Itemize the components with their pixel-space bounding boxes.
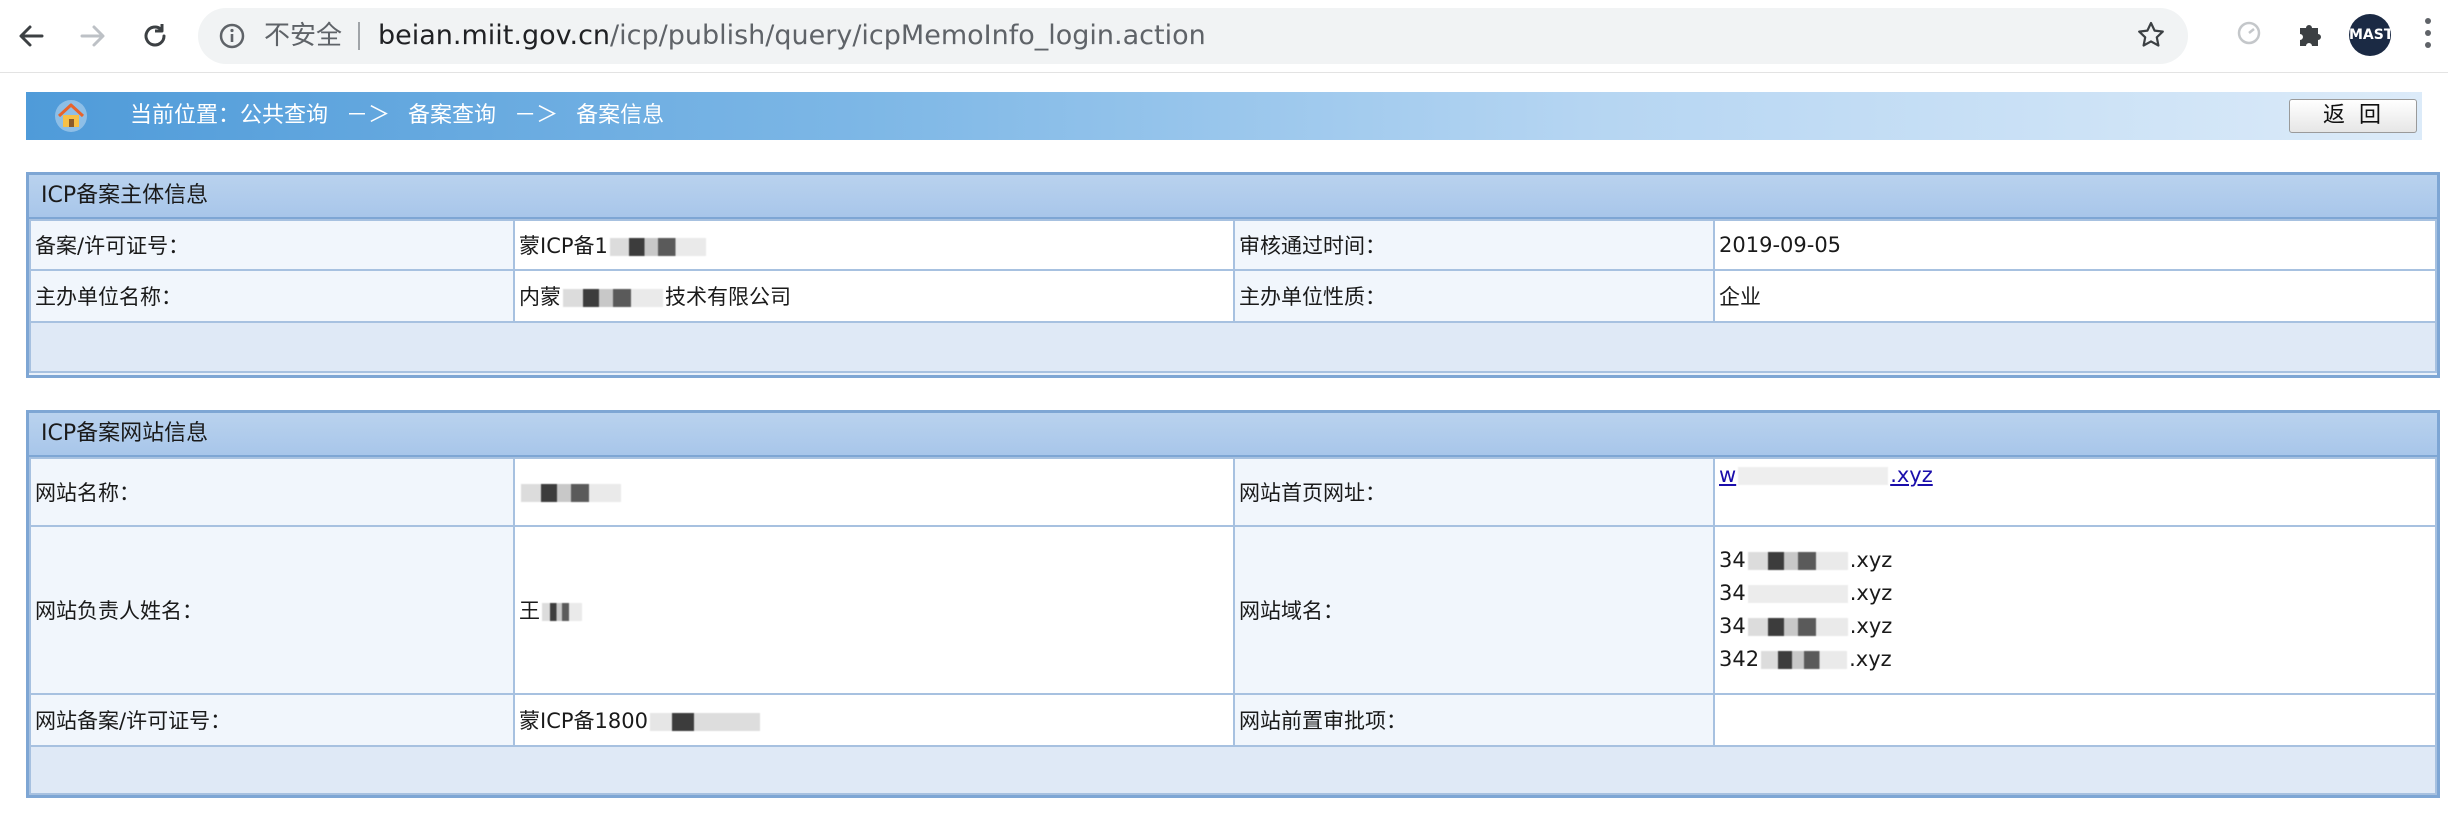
owner-value: 王 bbox=[513, 525, 1235, 695]
license-value: 蒙ICP备1 bbox=[513, 219, 1235, 271]
profile-avatar[interactable]: MASTER bbox=[2349, 14, 2391, 56]
table-row: 网站名称： 网站首页网址： w .xyz bbox=[29, 457, 2437, 527]
list-item: 34 .xyz bbox=[1719, 610, 2431, 643]
table-row: 网站负责人姓名： 王 网站域名： 34 .xyz 34 .xyz 34 .xyz 34… bbox=[29, 525, 2437, 695]
redacted-mask bbox=[1738, 467, 1889, 485]
redacted-mask bbox=[542, 603, 582, 621]
subject-info-table: 备案/许可证号： 蒙ICP备1 审核通过时间： 2019-09-05 主办单位名… bbox=[29, 219, 2437, 373]
table-footer-row bbox=[29, 321, 2437, 373]
domain-suffix: .xyz bbox=[1849, 647, 1892, 671]
table-row: 网站备案/许可证号： 蒙ICP备1800 网站前置审批项： bbox=[29, 693, 2437, 747]
owner-prefix: 王 bbox=[519, 599, 540, 623]
domain-prefix: 34 bbox=[1719, 614, 1746, 638]
org-name-suffix: 技术有限公司 bbox=[665, 285, 791, 309]
table-footer-row bbox=[29, 745, 2437, 795]
homepage-link-suffix: .xyz bbox=[1890, 463, 1933, 487]
domain-suffix: .xyz bbox=[1849, 581, 1893, 605]
homepage-value: w .xyz bbox=[1713, 457, 2437, 527]
breadcrumb-item-public-query[interactable]: 公共查询 bbox=[240, 103, 328, 128]
breadcrumb-item-record-info: 备案信息 bbox=[576, 103, 665, 128]
breadcrumb-separator: －＞ bbox=[514, 103, 559, 128]
forward-arrow-icon[interactable] bbox=[70, 13, 116, 59]
breadcrumb: 当前位置：公共查询 －＞ 备案查询 －＞ 备案信息 bbox=[130, 102, 674, 130]
breadcrumb-bar: 当前位置：公共查询 －＞ 备案查询 －＞ 备案信息 bbox=[26, 92, 2422, 140]
redacted-mask bbox=[521, 484, 621, 502]
owner-label: 网站负责人姓名： bbox=[29, 525, 515, 695]
redacted-mask bbox=[1761, 651, 1848, 669]
redacted-mask bbox=[1747, 618, 1848, 636]
website-info-table: 网站名称： 网站首页网址： w .xyz 网站负责人姓名： 王 网站域名： 34.… bbox=[29, 457, 2437, 795]
info-icon[interactable] bbox=[218, 22, 246, 54]
url-path: /icp/publish/query/icpMemoInfo_login.act… bbox=[610, 20, 1206, 51]
redacted-mask bbox=[1747, 552, 1848, 570]
back-arrow-icon[interactable] bbox=[8, 13, 54, 59]
reload-icon[interactable] bbox=[132, 13, 178, 59]
site-license-text: 蒙ICP备1800 bbox=[519, 709, 648, 733]
homepage-link-prefix: w bbox=[1719, 463, 1737, 487]
site-name-value bbox=[513, 457, 1235, 527]
site-license-label: 网站备案/许可证号： bbox=[29, 693, 515, 747]
menu-dots-icon[interactable] bbox=[2424, 18, 2432, 54]
redacted-mask bbox=[649, 713, 760, 731]
table-row: 主办单位名称： 内蒙 技术有限公司 主办单位性质： 企业 bbox=[29, 269, 2437, 323]
domain-prefix: 34 bbox=[1719, 581, 1746, 605]
address-divider bbox=[358, 22, 360, 50]
domain-prefix: 342 bbox=[1719, 647, 1760, 671]
domain-suffix: .xyz bbox=[1849, 548, 1893, 572]
list-item: 342 .xyz bbox=[1719, 643, 2431, 676]
bookmark-star-icon[interactable] bbox=[2136, 20, 2166, 54]
org-name-label: 主办单位名称： bbox=[29, 269, 515, 323]
org-type-label: 主办单位性质： bbox=[1233, 269, 1715, 323]
security-status-label: 不安全 bbox=[264, 21, 343, 51]
url-text[interactable]: beian.miit.gov.cn/icp/publish/query/icpM… bbox=[378, 20, 1206, 52]
extensions-puzzle-icon[interactable] bbox=[2294, 18, 2326, 54]
site-license-value: 蒙ICP备1800 bbox=[513, 693, 1235, 747]
license-text: 蒙ICP备1 bbox=[519, 234, 608, 258]
extension-speed-icon[interactable] bbox=[2234, 18, 2264, 52]
redacted-mask bbox=[609, 238, 706, 256]
org-type-value: 企业 bbox=[1713, 269, 2437, 323]
homepage-link[interactable]: w .xyz bbox=[1719, 463, 1933, 487]
domain-label: 网站域名： bbox=[1233, 525, 1715, 695]
license-label: 备案/许可证号： bbox=[29, 219, 515, 271]
list-item: 34 .xyz bbox=[1719, 544, 2431, 577]
homepage-label: 网站首页网址： bbox=[1233, 457, 1715, 527]
org-name-prefix: 内蒙 bbox=[519, 285, 561, 309]
pre-approval-value bbox=[1713, 693, 2437, 747]
icp-subject-panel: ICP备案主体信息 备案/许可证号： 蒙ICP备1 审核通过时间： 2019-0… bbox=[26, 172, 2440, 378]
icp-website-panel: ICP备案网站信息 网站名称： 网站首页网址： w .xyz 网站负责人姓名： 王… bbox=[26, 410, 2440, 798]
approve-time-label: 审核通过时间： bbox=[1233, 219, 1715, 271]
breadcrumb-separator: －＞ bbox=[346, 103, 391, 128]
empty-footer-cell bbox=[29, 745, 2437, 795]
domain-list: 34 .xyz 34 .xyz 34 .xyz 342 .xyz bbox=[1713, 525, 2437, 695]
breadcrumb-prefix: 当前位置： bbox=[130, 103, 241, 128]
home-icon[interactable] bbox=[54, 99, 88, 133]
return-button[interactable]: 返回 bbox=[2289, 99, 2417, 133]
list-item: 34 .xyz bbox=[1719, 577, 2431, 610]
redacted-mask bbox=[1747, 585, 1848, 603]
empty-footer-cell bbox=[29, 321, 2437, 373]
site-name-label: 网站名称： bbox=[29, 457, 515, 527]
pre-approval-label: 网站前置审批项： bbox=[1233, 693, 1715, 747]
domain-suffix: .xyz bbox=[1849, 614, 1893, 638]
panel-title: ICP备案网站信息 bbox=[29, 413, 2437, 457]
url-host: beian.miit.gov.cn bbox=[378, 20, 611, 51]
org-name-value: 内蒙 技术有限公司 bbox=[513, 269, 1235, 323]
approve-time-value: 2019-09-05 bbox=[1713, 219, 2437, 271]
table-row: 备案/许可证号： 蒙ICP备1 审核通过时间： 2019-09-05 bbox=[29, 219, 2437, 271]
address-bar[interactable]: 不安全 beian.miit.gov.cn/icp/publish/query/… bbox=[198, 8, 2188, 64]
redacted-mask bbox=[563, 289, 663, 307]
domain-prefix: 34 bbox=[1719, 548, 1746, 572]
browser-toolbar: 不安全 beian.miit.gov.cn/icp/publish/query/… bbox=[0, 0, 2448, 73]
panel-title: ICP备案主体信息 bbox=[29, 175, 2437, 219]
breadcrumb-item-record-query[interactable]: 备案查询 bbox=[408, 103, 496, 128]
